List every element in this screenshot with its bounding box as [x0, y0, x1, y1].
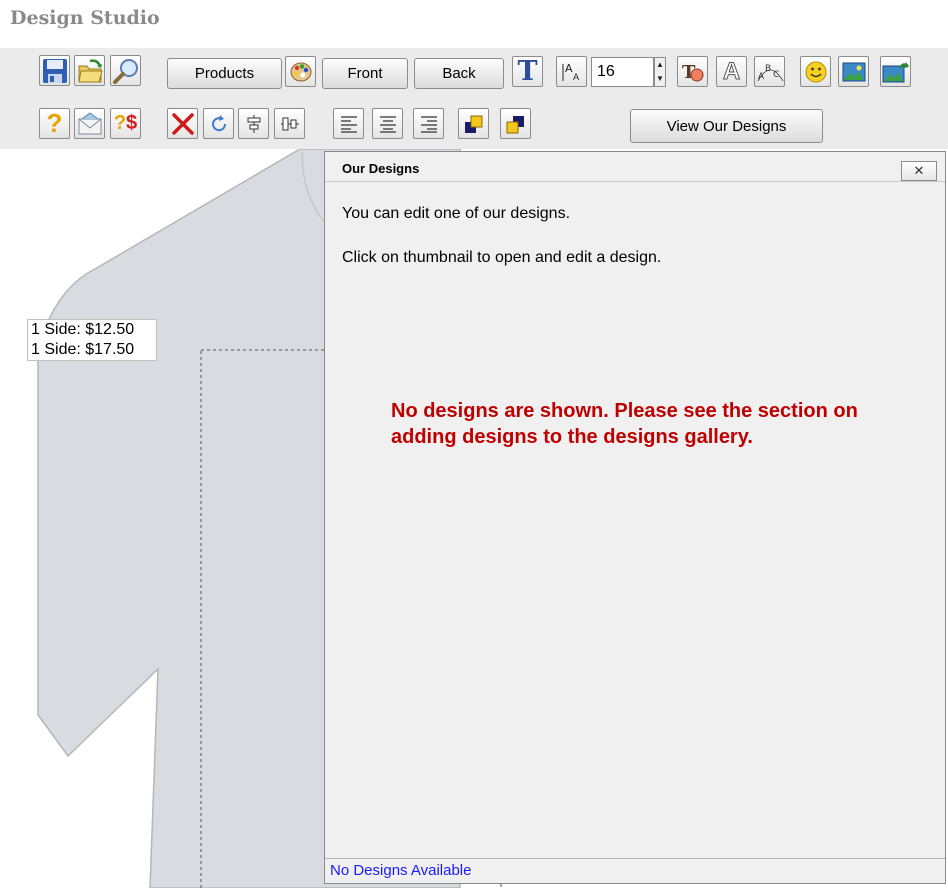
- outline-text-button[interactable]: A: [716, 56, 747, 87]
- close-button[interactable]: ✕: [901, 161, 937, 181]
- image-icon: [842, 62, 865, 81]
- price-line: 1 Side: $12.50: [31, 321, 135, 338]
- price-label: 1 Side: $12.50 1 Side: $17.50: [27, 319, 157, 361]
- color-button[interactable]: [285, 56, 316, 87]
- save-icon: [42, 58, 67, 83]
- arc-text-icon: A B C: [757, 64, 783, 82]
- font-size-input[interactable]: 16: [591, 57, 654, 87]
- send-backward-button[interactable]: [500, 108, 531, 139]
- dialog-divider: [325, 181, 945, 182]
- no-designs-notice: No designs are shown. Please see the sec…: [391, 400, 858, 448]
- arc-text-button[interactable]: A B C: [754, 56, 785, 87]
- dialog-instruction-text: Click on thumbnail to open and edit a de…: [342, 249, 662, 266]
- dialog-status-bar: No Designs Available: [325, 858, 945, 883]
- email-icon: [78, 111, 101, 134]
- back-button[interactable]: Back: [414, 58, 504, 89]
- bring-forward-icon: [464, 115, 482, 133]
- align-left-icon: [340, 115, 357, 133]
- align-right-button[interactable]: [413, 108, 444, 139]
- smiley-icon: [805, 61, 826, 82]
- align-center-button[interactable]: [372, 108, 403, 139]
- help-icon: ?: [46, 108, 63, 138]
- center-vertical-icon: [247, 114, 260, 133]
- rotate-button[interactable]: [203, 108, 234, 139]
- align-left-button[interactable]: [333, 108, 364, 139]
- bring-forward-button[interactable]: [458, 108, 489, 139]
- center-horizontal-button[interactable]: [274, 108, 305, 139]
- save-button[interactable]: [39, 55, 70, 86]
- svg-text:B: B: [765, 64, 771, 74]
- delete-icon: [171, 112, 194, 135]
- font-size-spinner[interactable]: ▲ ▼: [654, 57, 666, 87]
- price-line: 1 Side: $17.50: [31, 341, 135, 358]
- color-palette-icon: [290, 62, 311, 81]
- open-folder-icon: [77, 58, 103, 82]
- products-button[interactable]: Products: [167, 58, 282, 89]
- center-vertical-button[interactable]: [238, 108, 269, 139]
- text-color-icon: T: [682, 62, 703, 83]
- zoom-button[interactable]: [110, 55, 141, 86]
- svg-text:A: A: [758, 72, 765, 82]
- upload-image-icon: [882, 61, 909, 82]
- delete-button[interactable]: [167, 108, 198, 139]
- font-size-button[interactable]: A A: [556, 56, 587, 87]
- font-size-icon: A A: [562, 62, 580, 83]
- app-title: Design Studio: [10, 7, 160, 29]
- close-icon: ✕: [913, 163, 925, 178]
- help-button[interactable]: ?: [39, 108, 70, 139]
- view-our-designs-button[interactable]: View Our Designs: [630, 109, 823, 143]
- align-center-icon: [379, 115, 396, 133]
- magnifier-icon: [112, 58, 138, 84]
- no-designs-status-link[interactable]: No Designs Available: [330, 862, 471, 879]
- text-color-button[interactable]: T: [677, 56, 708, 87]
- svg-text:A: A: [565, 62, 573, 75]
- rotate-icon: [211, 114, 226, 131]
- text-icon: T: [517, 56, 538, 87]
- send-backward-icon: [506, 115, 524, 133]
- image-button[interactable]: [838, 56, 869, 87]
- front-button[interactable]: Front: [322, 58, 408, 89]
- our-designs-dialog: Our Designs ✕ You can edit one of our de…: [324, 151, 946, 884]
- outline-text-icon: A: [722, 57, 741, 85]
- open-button[interactable]: [74, 55, 105, 86]
- center-horizontal-icon: [280, 117, 299, 130]
- dialog-title: Our Designs: [342, 161, 420, 176]
- price-icon: ?$: [113, 112, 138, 134]
- upload-image-button[interactable]: [880, 56, 911, 87]
- align-right-icon: [420, 115, 437, 133]
- clipart-button[interactable]: [800, 56, 831, 87]
- email-button[interactable]: [74, 108, 105, 139]
- svg-text:A: A: [573, 73, 580, 83]
- add-text-button[interactable]: T: [512, 56, 543, 87]
- price-button[interactable]: ?$: [110, 108, 141, 139]
- dialog-intro-text: You can edit one of our designs.: [342, 205, 571, 222]
